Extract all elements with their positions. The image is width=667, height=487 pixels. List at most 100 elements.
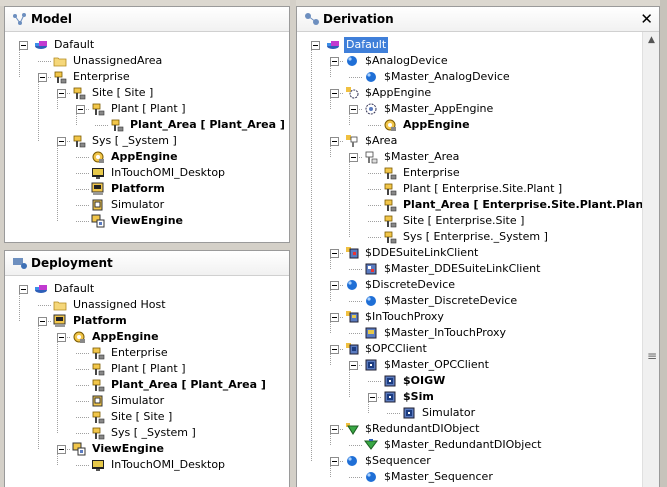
tree-node-label: Site [ Site ]: [111, 410, 173, 423]
tree-connector: [311, 49, 312, 461]
tree-connector: [349, 77, 362, 78]
tree-connector: [76, 157, 89, 158]
tree-node-label: $OPCClient: [365, 342, 427, 355]
tree-connector: [38, 305, 51, 306]
tree-connector: [368, 381, 381, 382]
derivation-tree[interactable]: Dafault $AnalogDevice $Master_AnalogDevice…: [297, 32, 659, 487]
tree-node-label: Sys [ _System ]: [92, 134, 177, 147]
tree-connector: [19, 293, 20, 321]
derivation-pane-title: Derivation: [323, 12, 394, 26]
collapse-toggle-icon[interactable]: [349, 361, 358, 370]
collapse-toggle-icon[interactable]: [330, 425, 339, 434]
tree-node-label: AppEngine: [403, 118, 470, 131]
tree-connector: [95, 125, 108, 126]
template-intouch-icon: [345, 310, 359, 324]
area-icon: [91, 378, 105, 392]
redundant-icon: [364, 438, 378, 452]
scroll-up-arrow-icon[interactable]: ▲: [645, 34, 658, 47]
tree-node-label: AppEngine: [111, 150, 178, 163]
opc-icon: [402, 406, 416, 420]
tree-node-label: AppEngine: [92, 330, 159, 343]
area-icon: [91, 362, 105, 376]
intouch-icon: [91, 458, 105, 472]
tree-connector: [368, 189, 381, 190]
tree-connector: [330, 353, 331, 365]
tree-connector: [76, 113, 77, 125]
collapse-toggle-icon[interactable]: [330, 249, 339, 258]
collapse-toggle-icon[interactable]: [19, 41, 28, 50]
derivation-pane-header: Derivation ✕: [297, 7, 659, 32]
galaxy-icon: [34, 38, 48, 52]
tree-node-label: $Master_DDESuiteLinkClient: [384, 262, 541, 275]
tree-node-label: ViewEngine: [111, 214, 183, 227]
collapse-toggle-icon[interactable]: [330, 313, 339, 322]
collapse-toggle-icon[interactable]: [38, 73, 47, 82]
derivation-pane: Derivation ✕ Dafault $AnalogDevice $Master…: [296, 6, 660, 487]
tree-node-label: $Master_OPCClient: [384, 358, 489, 371]
collapse-toggle-icon[interactable]: [330, 89, 339, 98]
collapse-toggle-icon[interactable]: [57, 333, 66, 342]
tree-node-label: $Master_Area: [384, 150, 460, 163]
tree-connector: [76, 205, 89, 206]
template-redundant-icon: [345, 422, 359, 436]
tree-connector: [368, 173, 381, 174]
tree-connector: [76, 401, 89, 402]
area-icon: [91, 426, 105, 440]
scroll-grip-icon[interactable]: ≡: [646, 350, 658, 362]
deployment-pane-header: Deployment: [5, 251, 289, 276]
tree-connector: [76, 353, 89, 354]
collapse-toggle-icon[interactable]: [330, 137, 339, 146]
tree-node-label: Simulator: [111, 394, 165, 407]
area-icon: [383, 214, 397, 228]
collapse-toggle-icon[interactable]: [330, 345, 339, 354]
tree-connector: [368, 205, 381, 206]
tree-node-label: $Master_Sequencer: [384, 470, 493, 483]
tree-node-label: Dafault: [344, 37, 389, 53]
collapse-toggle-icon[interactable]: [330, 57, 339, 66]
tree-connector: [19, 49, 20, 77]
tree-connector: [368, 401, 369, 413]
tree-node-label: Plant_Area [ Enterprise.Site.Plant.Plant…: [403, 198, 659, 211]
collapse-toggle-icon[interactable]: [311, 41, 320, 50]
tree-connector: [76, 465, 89, 466]
collapse-toggle-icon[interactable]: [76, 105, 85, 114]
vertical-scrollbar[interactable]: ▲ ≡: [642, 32, 659, 487]
collapse-toggle-icon[interactable]: [38, 317, 47, 326]
deployment-tree[interactable]: Dafault Unassigned Host Platform AppEngine E…: [5, 276, 289, 487]
tree-connector: [349, 333, 362, 334]
tree-connector: [330, 257, 331, 269]
opc-icon: [383, 374, 397, 388]
area-icon: [383, 198, 397, 212]
collapse-toggle-icon[interactable]: [57, 137, 66, 146]
tree-node-label: Enterprise: [403, 166, 460, 179]
area-icon: [91, 102, 105, 116]
tree-node-label: InTouchOMI_Desktop: [111, 458, 226, 471]
collapse-toggle-icon[interactable]: [368, 393, 377, 402]
collapse-toggle-icon[interactable]: [349, 105, 358, 114]
area-icon: [383, 230, 397, 244]
platform-icon: [53, 314, 67, 328]
engine-icon: [383, 118, 397, 132]
tree-node-label: UnassignedArea: [73, 54, 163, 67]
collapse-toggle-icon[interactable]: [57, 445, 66, 454]
collapse-toggle-icon[interactable]: [349, 153, 358, 162]
ball-icon: [345, 54, 359, 68]
collapse-toggle-icon[interactable]: [330, 457, 339, 466]
model-view-icon: [13, 13, 26, 25]
close-icon[interactable]: ✕: [640, 10, 653, 28]
viewengine-icon: [91, 214, 105, 228]
tree-node-label: $DDESuiteLinkClient: [365, 246, 479, 259]
galaxy-icon: [34, 282, 48, 296]
engine-icon: [91, 150, 105, 164]
tree-node-label: Unassigned Host: [73, 298, 166, 311]
collapse-toggle-icon[interactable]: [57, 89, 66, 98]
tree-connector: [76, 385, 89, 386]
collapse-toggle-icon[interactable]: [330, 281, 339, 290]
area-icon: [110, 118, 124, 132]
collapse-toggle-icon[interactable]: [19, 285, 28, 294]
model-tree[interactable]: Dafault UnassignedArea Enterprise Site [ Si…: [5, 32, 289, 242]
area-icon: [91, 410, 105, 424]
tree-connector: [76, 417, 89, 418]
tree-connector: [38, 81, 39, 141]
tree-connector: [368, 125, 381, 126]
